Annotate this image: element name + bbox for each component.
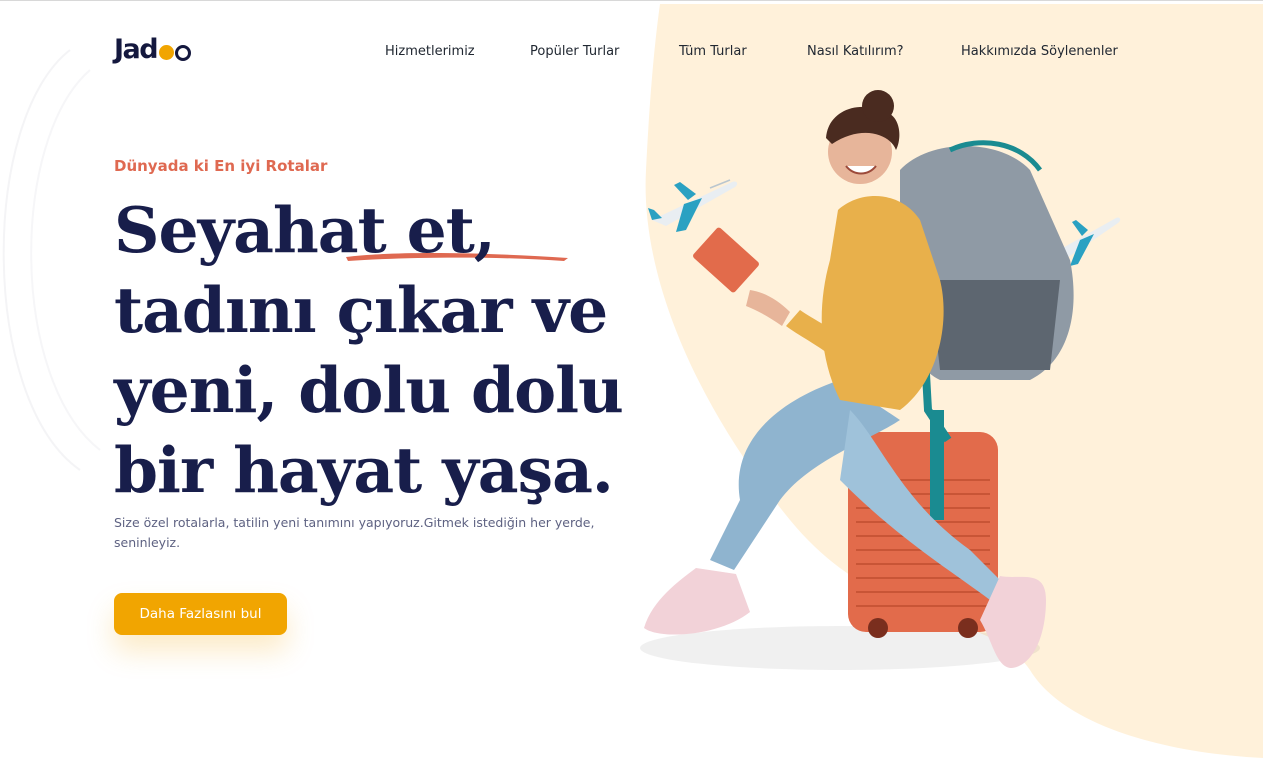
nav-link-testimonials[interactable]: Hakkımızda Söylenenler (961, 44, 1118, 59)
hero-title: Seyahat et, tadını çıkar ve yeni, dolu d… (114, 190, 674, 510)
logo-oo-mark (158, 39, 192, 61)
logo-text: Jad (114, 34, 159, 65)
nav-link-how-to-join[interactable]: Nasıl Katılırım? (807, 44, 904, 59)
traveler-illustration (640, 90, 1074, 670)
hero-tagline: Dünyada ki En iyi Rotalar (114, 157, 328, 175)
find-more-button[interactable]: Daha Fazlasını bul (114, 593, 287, 635)
hero-description: Size özel rotalarla, tatilin yeni tanımı… (114, 515, 595, 550)
window-top-border (0, 0, 1263, 4)
nav-link-all-tours[interactable]: Tüm Turlar (679, 44, 747, 59)
nav-link-popular-tours[interactable]: Popüler Turlar (530, 44, 619, 59)
hero-title-line: tadını çıkar ve (114, 273, 608, 347)
hero-title-line: bir hayat yaşa. (114, 433, 614, 507)
nav-link-services[interactable]: Hizmetlerimiz (385, 44, 475, 59)
hero-title-line: Seyahat et, (114, 193, 496, 267)
hero-title-line: yeni, dolu dolu (114, 353, 624, 427)
jadoo-logo[interactable]: Jad (114, 34, 192, 65)
